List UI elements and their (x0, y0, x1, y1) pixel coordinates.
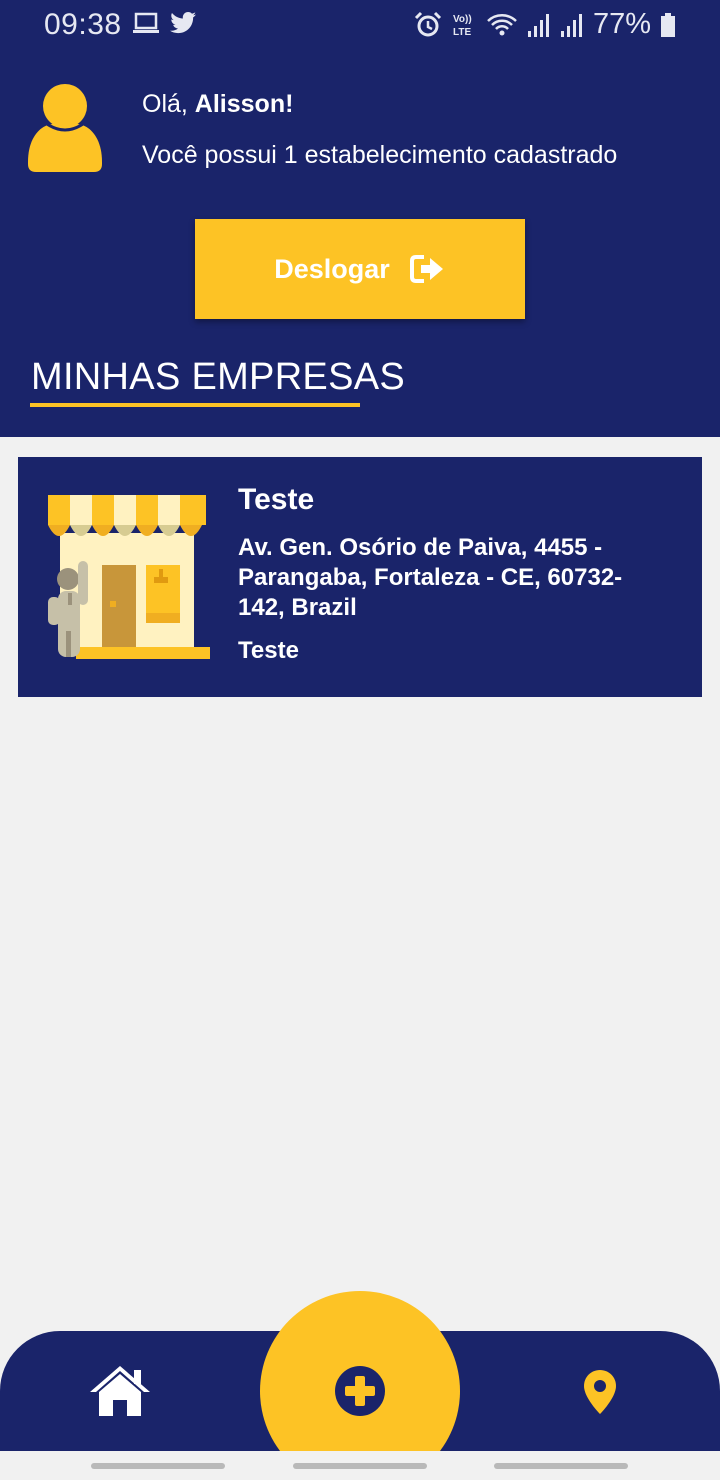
battery-percent: 77% (592, 8, 651, 40)
store-illustration (48, 495, 210, 659)
alarm-icon (414, 11, 442, 36)
company-description: Teste (238, 637, 299, 664)
svg-text:LTE: LTE (453, 27, 471, 38)
section-underline (30, 403, 360, 407)
status-bar: 09:38 Vo)) LTE 77% (0, 0, 720, 52)
section-title: MINHAS EMPRESAS (31, 356, 406, 398)
svg-text:Vo)): Vo)) (453, 14, 472, 25)
recents-indicator[interactable] (91, 1463, 225, 1469)
home-icon[interactable] (88, 1362, 152, 1418)
add-circle-icon (335, 1366, 385, 1416)
sign-out-icon (409, 255, 443, 283)
back-indicator[interactable] (494, 1463, 628, 1469)
user-name: Alisson! (194, 90, 294, 118)
greeting-prefix: Olá, (142, 90, 195, 118)
home-indicator[interactable] (293, 1463, 427, 1469)
signal-icon (527, 13, 549, 37)
logout-label: Deslogar (274, 253, 390, 284)
greeting: Olá, Alisson! (142, 90, 293, 119)
location-pin-icon[interactable] (583, 1369, 617, 1415)
user-avatar-icon (28, 84, 102, 172)
company-name: Teste (238, 483, 315, 516)
registered-count-text: Você possui 1 estabelecimento cadastrado (142, 141, 618, 169)
volte-icon: Vo)) LTE (453, 14, 472, 38)
logout-button[interactable]: Deslogar (195, 219, 525, 319)
wifi-icon (487, 13, 517, 35)
header: 09:38 Vo)) LTE 77% Olá, Alisson! Você po… (0, 0, 720, 437)
twitter-icon (170, 12, 196, 34)
company-address: Av. Gen. Osório de Paiva, 4455 - Paranga… (238, 534, 623, 621)
laptop-icon (133, 12, 159, 33)
status-time: 09:38 (44, 8, 122, 41)
system-navigation-bar (0, 1451, 720, 1480)
company-card[interactable]: Teste Av. Gen. Osório de Paiva, 4455 - P… (18, 457, 702, 697)
signal-icon (560, 13, 582, 37)
battery-icon (661, 12, 675, 37)
